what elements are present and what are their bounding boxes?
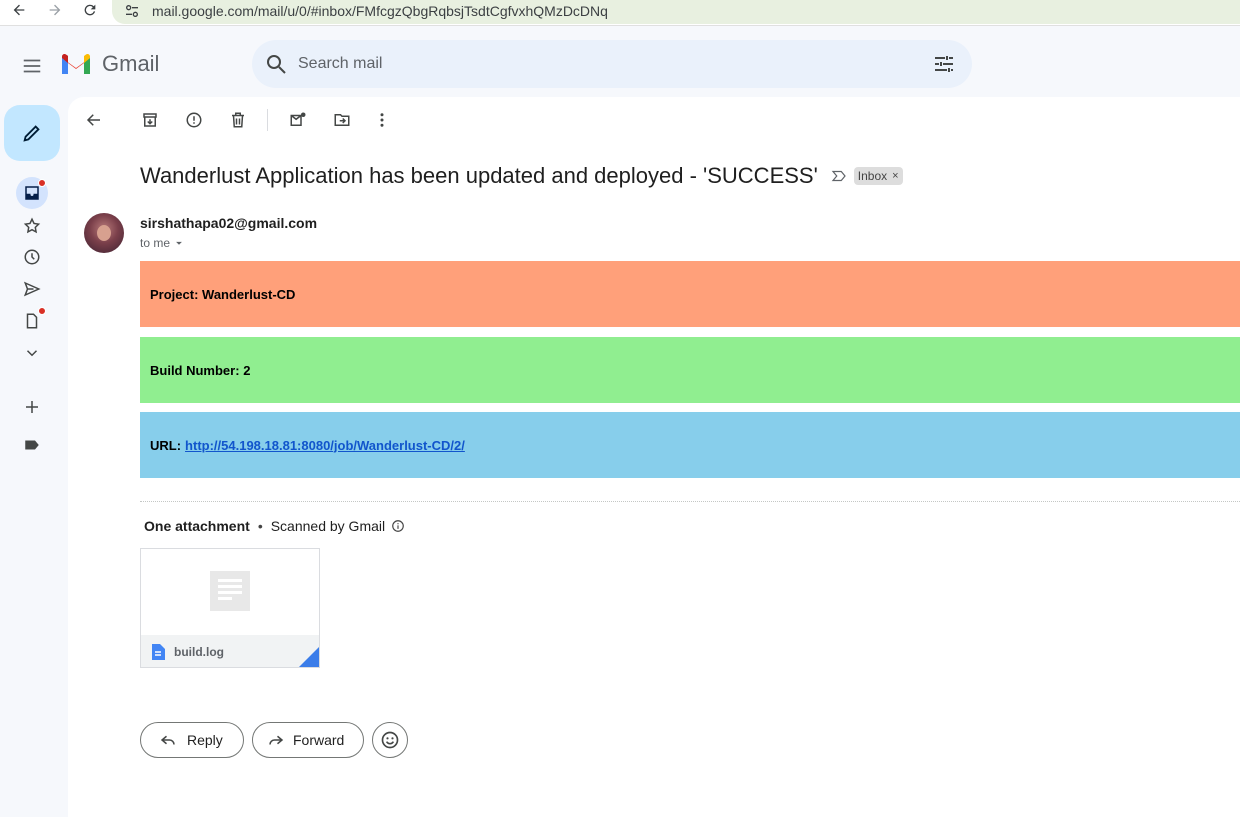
more-vert-icon xyxy=(380,113,384,127)
archive-icon xyxy=(143,113,157,127)
sender-email[interactable]: sirshathapa02@gmail.com xyxy=(140,215,317,231)
build-value: 2 xyxy=(243,362,251,378)
inbox-nav-item[interactable] xyxy=(16,177,48,209)
star-icon xyxy=(23,217,41,234)
recipient-text: to me xyxy=(140,236,171,250)
search-bar[interactable] xyxy=(252,40,972,88)
recipient-details[interactable]: to me xyxy=(140,236,186,250)
document-preview-icon xyxy=(210,571,250,611)
url-text[interactable]: mail.google.com/mail/u/0/#inbox/FMfcgzQb… xyxy=(152,3,608,19)
url-label: URL: xyxy=(150,437,182,453)
attachment-heading: One attachment • Scanned by Gmail xyxy=(144,518,405,534)
reply-button[interactable]: Reply xyxy=(140,722,244,758)
search-icon[interactable] xyxy=(264,52,288,76)
trash-icon xyxy=(232,112,244,128)
mark-unread-button[interactable] xyxy=(286,108,310,132)
emoji-reaction-button[interactable] xyxy=(372,722,408,758)
back-arrow-icon[interactable] xyxy=(8,0,30,20)
toolbar-divider xyxy=(267,109,268,131)
more-options-button[interactable] xyxy=(370,108,394,132)
page-fold-corner xyxy=(299,647,319,667)
inbox-label-chip[interactable]: Inbox × xyxy=(853,167,903,185)
inbox-icon xyxy=(25,186,39,200)
starred-nav-item[interactable] xyxy=(16,210,48,242)
attachment-filename: build.log xyxy=(174,645,224,659)
archive-button[interactable] xyxy=(138,108,162,132)
forward-button[interactable]: Forward xyxy=(252,722,364,758)
forward-icon xyxy=(269,735,284,745)
file-doc-icon xyxy=(152,644,165,660)
pencil-icon xyxy=(23,125,40,142)
importance-marker-icon[interactable] xyxy=(830,167,848,185)
reply-label: Reply xyxy=(187,732,223,748)
scan-status: Scanned by Gmail xyxy=(270,518,386,534)
build-band: Build Number: 2 xyxy=(140,337,1240,403)
build-url-link[interactable]: http://54.198.18.81:8080/job/Wanderlust-… xyxy=(185,438,465,453)
draft-icon xyxy=(26,313,38,329)
label-text: Inbox xyxy=(857,169,888,183)
unread-dot xyxy=(38,179,46,187)
move-to-button[interactable] xyxy=(330,108,354,132)
main-menu-icon[interactable] xyxy=(20,54,44,78)
attachment-card[interactable]: build.log xyxy=(140,548,320,668)
sent-nav-item[interactable] xyxy=(16,273,48,305)
message-panel: Wanderlust Application has been updated … xyxy=(68,97,1240,817)
search-input[interactable] xyxy=(298,55,898,73)
info-icon[interactable] xyxy=(391,519,405,533)
alert-circle-icon xyxy=(186,112,202,128)
report-spam-button[interactable] xyxy=(182,108,206,132)
bullet-separator: • xyxy=(257,518,263,534)
address-bar[interactable]: mail.google.com/mail/u/0/#inbox/FMfcgzQb… xyxy=(112,0,1240,24)
reply-icon xyxy=(160,735,175,745)
arrow-left-icon xyxy=(86,114,100,126)
plus-icon xyxy=(26,401,38,413)
caret-down-icon xyxy=(176,241,182,245)
avatar[interactable] xyxy=(84,213,124,253)
folder-move-icon xyxy=(334,114,350,126)
url-band: URL: http://54.198.18.81:8080/job/Wander… xyxy=(140,412,1240,478)
forward-label: Forward xyxy=(293,732,345,748)
back-to-inbox-button[interactable] xyxy=(82,108,106,132)
smiley-icon xyxy=(381,731,399,749)
unread-dot xyxy=(38,307,46,315)
browser-toolbar: mail.google.com/mail/u/0/#inbox/FMfcgzQb… xyxy=(0,0,1240,26)
compose-button[interactable] xyxy=(4,105,60,161)
chevron-down-icon xyxy=(26,350,38,357)
drafts-nav-item[interactable] xyxy=(16,305,48,337)
project-value: Wanderlust-CD xyxy=(202,286,296,302)
project-band: Project: Wanderlust-CD xyxy=(140,261,1240,327)
attachment-divider xyxy=(140,501,1240,502)
mail-dot-icon xyxy=(290,112,306,126)
build-label: Build Number: xyxy=(150,362,240,378)
search-options-icon[interactable] xyxy=(932,52,956,76)
label-icon xyxy=(25,440,39,450)
clock-icon xyxy=(24,249,40,265)
attachment-count: One attachment xyxy=(144,518,250,534)
gmail-m-icon xyxy=(62,54,90,74)
remove-label-icon[interactable]: × xyxy=(892,170,898,182)
app-name: Gmail xyxy=(102,51,160,76)
delete-button[interactable] xyxy=(226,108,250,132)
label-nav-item[interactable] xyxy=(16,429,48,461)
subject-row: Wanderlust Application has been updated … xyxy=(140,163,903,189)
forward-arrow-icon[interactable] xyxy=(44,0,66,20)
reload-icon[interactable] xyxy=(79,0,101,20)
project-label: Project: xyxy=(150,286,199,302)
snoozed-nav-item[interactable] xyxy=(16,241,48,273)
more-nav-item[interactable] xyxy=(16,337,48,369)
send-icon xyxy=(23,281,41,297)
site-settings-icon[interactable] xyxy=(124,3,140,19)
gmail-logo[interactable]: Gmail xyxy=(60,50,159,78)
attachment-footer: build.log xyxy=(141,635,319,667)
create-label-button[interactable] xyxy=(16,391,48,423)
email-subject: Wanderlust Application has been updated … xyxy=(140,163,818,188)
